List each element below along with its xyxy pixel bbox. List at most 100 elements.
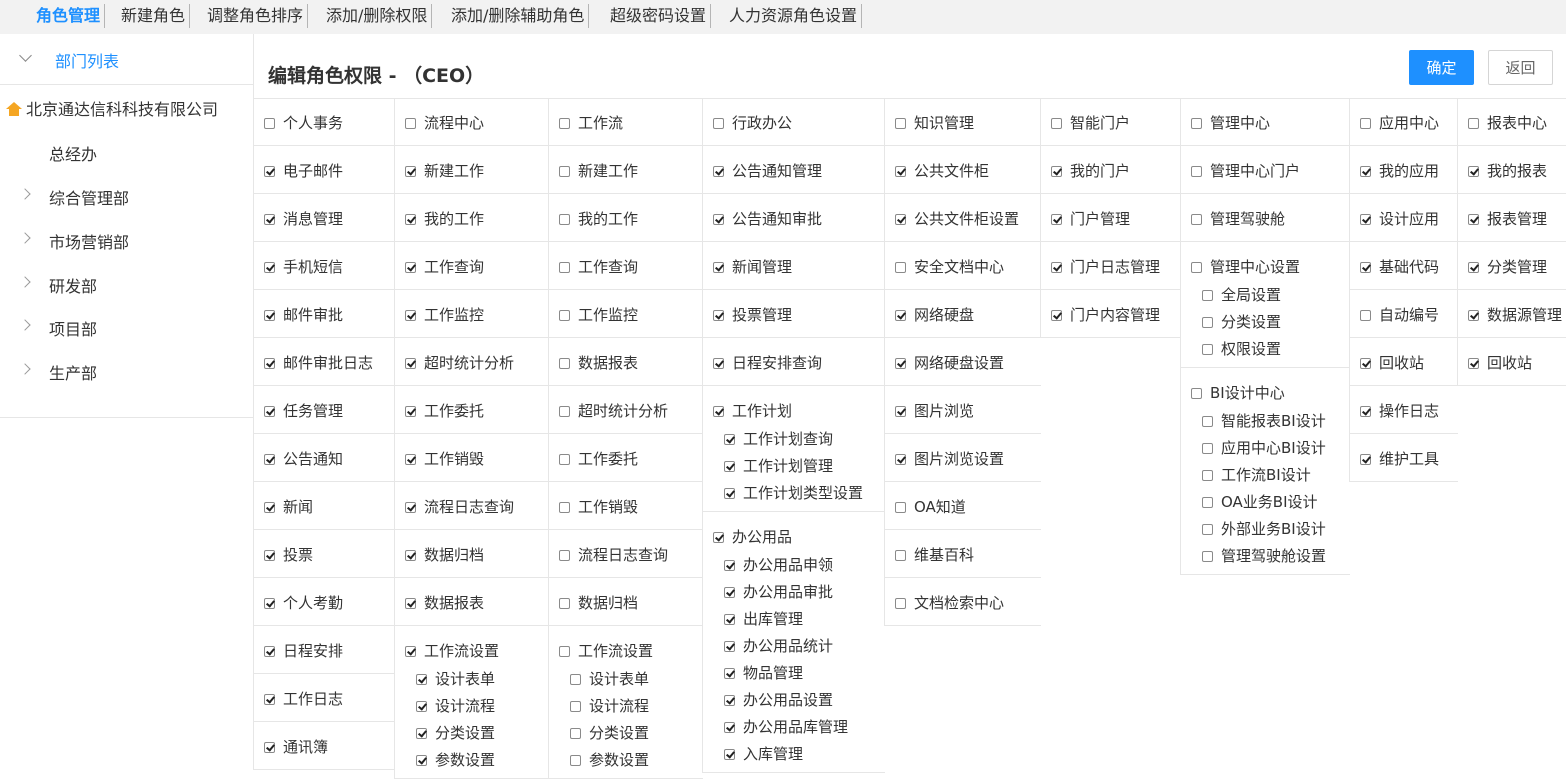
checkbox-unchecked[interactable] bbox=[1202, 470, 1213, 481]
checkbox-checked[interactable] bbox=[405, 358, 416, 369]
checkbox-checked[interactable] bbox=[895, 406, 906, 417]
checkbox-checked[interactable] bbox=[405, 454, 416, 465]
checkbox-checked[interactable] bbox=[264, 310, 275, 321]
permission-sub-row[interactable]: 智能报表BI设计 bbox=[1202, 408, 1350, 435]
checkbox-checked[interactable] bbox=[1051, 262, 1062, 273]
checkbox-checked[interactable] bbox=[724, 434, 735, 445]
permission-sub-row[interactable]: 参数设置 bbox=[416, 747, 549, 774]
checkbox-checked[interactable] bbox=[264, 550, 275, 561]
chevron-right-icon[interactable] bbox=[19, 363, 31, 375]
tab-add-remove-permission[interactable]: 添加/删除权限 bbox=[326, 4, 433, 28]
checkbox-checked[interactable] bbox=[264, 406, 275, 417]
checkbox-checked[interactable] bbox=[1468, 214, 1479, 225]
checkbox-unchecked[interactable] bbox=[559, 358, 570, 369]
permission-sub-row[interactable]: 设计流程 bbox=[570, 693, 703, 720]
checkbox-checked[interactable] bbox=[264, 214, 275, 225]
checkbox-checked[interactable] bbox=[895, 166, 906, 177]
chevron-down-icon[interactable] bbox=[19, 49, 32, 62]
permission-row[interactable]: 分类管理 bbox=[1468, 257, 1547, 277]
checkbox-unchecked[interactable] bbox=[1202, 524, 1213, 535]
checkbox-unchecked[interactable] bbox=[559, 550, 570, 561]
module-checkbox-row[interactable]: 报表中心 bbox=[1468, 113, 1547, 133]
checkbox-checked[interactable] bbox=[713, 262, 724, 273]
permission-row[interactable]: 公共文件柜设置 bbox=[895, 209, 1019, 229]
permission-row[interactable]: 我的工作 bbox=[559, 209, 638, 229]
checkbox-checked[interactable] bbox=[895, 310, 906, 321]
checkbox-unchecked[interactable] bbox=[559, 310, 570, 321]
checkbox-checked[interactable] bbox=[416, 701, 427, 712]
checkbox-unchecked[interactable] bbox=[1202, 416, 1213, 427]
checkbox-checked[interactable] bbox=[1360, 406, 1371, 417]
checkbox-checked[interactable] bbox=[1051, 310, 1062, 321]
checkbox-checked[interactable] bbox=[405, 646, 416, 657]
checkbox-checked[interactable] bbox=[724, 587, 735, 598]
checkbox-checked[interactable] bbox=[416, 728, 427, 739]
permission-group-row[interactable]: 工作计划 bbox=[713, 401, 885, 421]
permission-group-row[interactable]: BI设计中心 bbox=[1191, 383, 1350, 403]
checkbox-checked[interactable] bbox=[713, 532, 724, 543]
checkbox-checked[interactable] bbox=[264, 166, 275, 177]
permission-row[interactable]: 公告通知 bbox=[264, 449, 343, 469]
permission-row[interactable]: 新建工作 bbox=[405, 161, 484, 181]
checkbox-checked[interactable] bbox=[724, 749, 735, 760]
permission-row[interactable]: 邮件审批日志 bbox=[264, 353, 373, 373]
checkbox-checked[interactable] bbox=[264, 262, 275, 273]
checkbox-checked[interactable] bbox=[416, 755, 427, 766]
permission-row[interactable]: 通讯簿 bbox=[264, 737, 328, 757]
back-button[interactable]: 返回 bbox=[1488, 50, 1553, 85]
permission-row[interactable]: 电子邮件 bbox=[264, 161, 343, 181]
permission-row[interactable]: 回收站 bbox=[1468, 353, 1532, 373]
checkbox-checked[interactable] bbox=[1468, 310, 1479, 321]
permission-row[interactable]: 图片浏览设置 bbox=[895, 449, 1004, 469]
permission-row[interactable]: 我的应用 bbox=[1360, 161, 1439, 181]
checkbox-checked[interactable] bbox=[713, 406, 724, 417]
checkbox-checked[interactable] bbox=[264, 646, 275, 657]
checkbox-checked[interactable] bbox=[724, 488, 735, 499]
checkbox-unchecked[interactable] bbox=[1202, 290, 1213, 301]
checkbox-checked[interactable] bbox=[895, 454, 906, 465]
module-checkbox-row[interactable]: 应用中心 bbox=[1360, 113, 1439, 133]
permission-row[interactable]: 门户管理 bbox=[1051, 209, 1130, 229]
checkbox-unchecked[interactable] bbox=[895, 550, 906, 561]
checkbox-unchecked[interactable] bbox=[1191, 262, 1202, 273]
permission-sub-row[interactable]: 应用中心BI设计 bbox=[1202, 435, 1350, 462]
tab-add-remove-assistant-role[interactable]: 添加/删除辅助角色 bbox=[451, 4, 590, 28]
checkbox-checked[interactable] bbox=[1051, 214, 1062, 225]
permission-row[interactable]: 维护工具 bbox=[1360, 449, 1439, 469]
permission-row[interactable]: 公告通知管理 bbox=[713, 161, 822, 181]
checkbox-unchecked[interactable] bbox=[570, 728, 581, 739]
checkbox-checked[interactable] bbox=[1360, 166, 1371, 177]
permission-sub-row[interactable]: 工作计划类型设置 bbox=[724, 480, 885, 507]
checkbox-unchecked[interactable] bbox=[895, 502, 906, 513]
permission-sub-row[interactable]: OA业务BI设计 bbox=[1202, 489, 1350, 516]
checkbox-checked[interactable] bbox=[405, 502, 416, 513]
checkbox-unchecked[interactable] bbox=[895, 118, 906, 129]
tab-super-password[interactable]: 超级密码设置 bbox=[610, 4, 712, 28]
checkbox-unchecked[interactable] bbox=[559, 262, 570, 273]
checkbox-checked[interactable] bbox=[405, 598, 416, 609]
permission-row[interactable]: 日程安排查询 bbox=[713, 353, 822, 373]
permission-row[interactable]: 门户内容管理 bbox=[1051, 305, 1160, 325]
checkbox-checked[interactable] bbox=[264, 502, 275, 513]
permission-row[interactable]: 任务管理 bbox=[264, 401, 343, 421]
permission-row[interactable]: 新建工作 bbox=[559, 161, 638, 181]
checkbox-unchecked[interactable] bbox=[559, 166, 570, 177]
checkbox-checked[interactable] bbox=[713, 166, 724, 177]
checkbox-checked[interactable] bbox=[405, 214, 416, 225]
checkbox-unchecked[interactable] bbox=[559, 646, 570, 657]
permission-row[interactable]: 数据报表 bbox=[559, 353, 638, 373]
permission-row[interactable]: 投票 bbox=[264, 545, 313, 565]
module-checkbox-row[interactable]: 行政办公 bbox=[713, 113, 792, 133]
permission-row[interactable]: 安全文档中心 bbox=[895, 257, 1004, 277]
checkbox-unchecked[interactable] bbox=[1191, 388, 1202, 399]
permission-row[interactable]: 流程日志查询 bbox=[559, 545, 668, 565]
permission-row[interactable]: OA知道 bbox=[895, 497, 966, 517]
checkbox-unchecked[interactable] bbox=[1191, 166, 1202, 177]
permission-group-row[interactable]: 管理中心设置 bbox=[1191, 257, 1350, 277]
checkbox-checked[interactable] bbox=[405, 262, 416, 273]
permission-sub-row[interactable]: 办公用品设置 bbox=[724, 687, 885, 714]
checkbox-checked[interactable] bbox=[1468, 358, 1479, 369]
org-root[interactable]: 北京通达信科科技有限公司 bbox=[6, 96, 218, 120]
checkbox-checked[interactable] bbox=[1468, 166, 1479, 177]
permission-row[interactable]: 门户日志管理 bbox=[1051, 257, 1160, 277]
